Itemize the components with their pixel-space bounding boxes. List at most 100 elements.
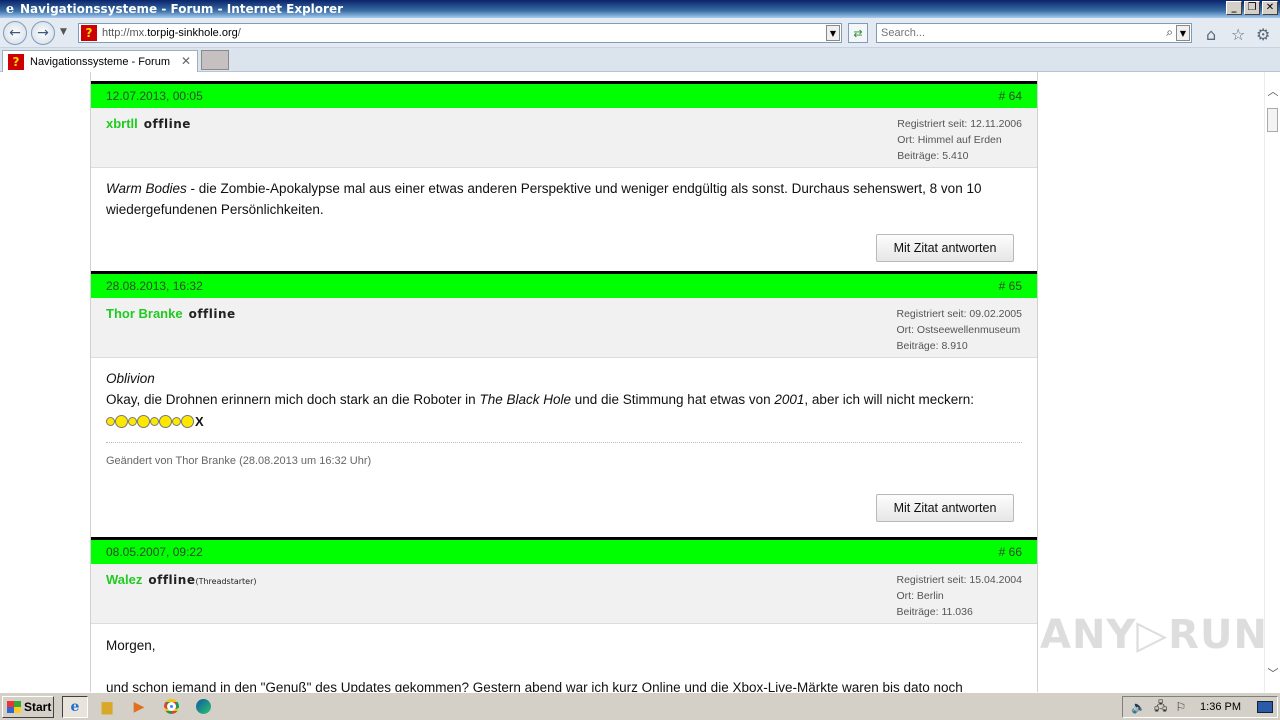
history-dropdown-icon[interactable]: ▼	[60, 27, 67, 37]
user-registered: Registriert seit: 09.02.2005	[896, 308, 1023, 320]
tab-strip: ? Navigationssysteme - Forum ✕	[0, 48, 1280, 72]
post-header: 28.08.2013, 16:32 # 65	[91, 271, 1037, 298]
arrow-right-icon: →	[37, 25, 49, 41]
forum-post: 28.08.2013, 16:32 # 65 Thor Branke offlin…	[91, 271, 1037, 537]
smiley-icon	[115, 415, 128, 428]
ie-logo-icon: e	[5, 1, 15, 17]
post-number-link[interactable]: # 66	[999, 545, 1022, 559]
window-title: Navigationssysteme - Forum - Internet Ex…	[20, 2, 344, 16]
search-icon[interactable]: ⌕	[1166, 25, 1173, 40]
post-text: - die Zombie-Apokalypse mal aus einer et…	[106, 181, 982, 217]
post-author-row: xbrtll offline	[106, 116, 191, 131]
post-date: 12.07.2013, 00:05	[106, 89, 203, 103]
chrome-taskbar-icon[interactable]	[158, 696, 184, 718]
address-bar[interactable]: ? http://mx.torpig-sinkhole.org/ ▼	[78, 23, 842, 43]
forum-post: 08.05.2007, 09:22 # 66 Walez offline(Thre…	[91, 537, 1037, 692]
taskbar: Start e ▆ ▶ 🔈 🖧 ⚐ 1:36 PM	[0, 692, 1280, 720]
post-header: 08.05.2007, 09:22 # 66	[91, 537, 1037, 564]
online-status: offline	[188, 307, 236, 321]
page-viewport: 12.07.2013, 00:05 # 64 xbrtll offline Reg…	[0, 72, 1264, 692]
search-box[interactable]: ⌕ ▼	[876, 23, 1192, 43]
ie-taskbar-icon[interactable]: e	[62, 695, 88, 718]
tab-close-icon[interactable]: ✕	[181, 54, 191, 68]
user-info: Registriert seit: 12.11.2006 Ort: Himmel…	[897, 116, 1022, 164]
favorites-star-icon[interactable]: ☆	[1231, 25, 1245, 44]
edited-note: Geändert von Thor Branke (28.08.2013 um …	[106, 442, 1022, 472]
close-button[interactable]: ✕	[1262, 1, 1278, 15]
site-favicon-icon: ?	[81, 25, 97, 41]
new-tab-button[interactable]	[201, 50, 229, 70]
tab-label: Navigationssysteme - Forum	[30, 55, 170, 68]
user-post-count: Beiträge: 8.910	[896, 340, 968, 352]
anyrun-watermark: ANY▷RUN	[1040, 612, 1264, 658]
post-number-link[interactable]: # 64	[999, 89, 1022, 103]
restore-button[interactable]: ❐	[1244, 1, 1260, 15]
vertical-scrollbar[interactable]: ︿ ﹀	[1264, 72, 1280, 692]
arrow-left-icon: ←	[9, 25, 21, 41]
clock[interactable]: 1:36 PM	[1200, 701, 1241, 713]
post-author-link[interactable]: xbrtll	[106, 116, 138, 131]
navigation-bar: ← → ▼ ? http://mx.torpig-sinkhole.org/ ▼…	[0, 18, 1280, 48]
online-status: offline(Threadstarter)	[148, 573, 257, 587]
post-user-panel: Walez offline(Threadstarter) Registriert …	[91, 564, 1037, 624]
scroll-up-icon[interactable]: ︿	[1265, 82, 1280, 100]
window-titlebar: e Navigationssysteme - Forum - Internet …	[0, 0, 1280, 18]
refresh-icon: ⇄	[853, 26, 863, 40]
user-post-count: Beiträge: 5.410	[897, 150, 969, 162]
quote-reply-button[interactable]: Mit Zitat antworten	[876, 234, 1014, 262]
address-dropdown-icon[interactable]: ▼	[826, 25, 840, 41]
post-date: 08.05.2007, 09:22	[106, 545, 203, 559]
post-user-panel: xbrtll offline Registriert seit: 12.11.20…	[91, 108, 1037, 168]
windows-flag-icon	[7, 700, 21, 713]
post-header: 12.07.2013, 00:05 # 64	[91, 81, 1037, 108]
media-player-taskbar-icon[interactable]: ▶	[126, 696, 152, 718]
user-location: Ort: Berlin	[896, 590, 944, 602]
smiley-icon	[137, 415, 150, 428]
post-movie-title: Warm Bodies	[106, 181, 187, 196]
post-date: 28.08.2013, 16:32	[106, 279, 203, 293]
post-author-row: Walez offline(Threadstarter)	[106, 572, 257, 587]
smiley-icon	[181, 415, 194, 428]
user-location: Ort: Himmel auf Erden	[897, 134, 1002, 146]
forward-button[interactable]: →	[31, 21, 55, 45]
online-status: offline	[143, 117, 191, 131]
post-body: Warm Bodies - die Zombie-Apokalypse mal …	[91, 168, 1037, 271]
flag-icon[interactable]: ⚐	[1175, 700, 1186, 714]
address-url[interactable]: http://mx.torpig-sinkhole.org/	[102, 27, 241, 39]
quote-reply-button[interactable]: Mit Zitat antworten	[876, 494, 1014, 522]
minimize-button[interactable]: _	[1226, 1, 1242, 15]
start-button[interactable]: Start	[2, 695, 54, 718]
network-icon[interactable]: 🖧	[1154, 697, 1167, 718]
smilies-end-text: X	[195, 414, 204, 429]
tab-navigationssysteme[interactable]: ? Navigationssysteme - Forum ✕	[2, 50, 198, 72]
post-author-row: Thor Branke offline	[106, 306, 236, 321]
home-icon[interactable]: ⌂	[1206, 25, 1216, 44]
quick-launch: e ▆ ▶	[62, 695, 216, 718]
edge-taskbar-icon[interactable]	[190, 696, 216, 718]
search-dropdown-icon[interactable]: ▼	[1176, 25, 1190, 41]
smiley-icon	[128, 417, 137, 426]
post-author-link[interactable]: Thor Branke	[106, 306, 183, 321]
refresh-button[interactable]: ⇄	[848, 23, 868, 43]
post-movie-title: Oblivion	[106, 371, 155, 386]
folder-taskbar-icon[interactable]: ▆	[94, 696, 120, 718]
tab-favicon-icon: ?	[8, 53, 24, 70]
user-post-count: Beiträge: 11.036	[896, 606, 973, 618]
post-text: Okay, die Drohnen erinnern mich doch sta…	[106, 392, 974, 407]
user-info: Registriert seit: 09.02.2005 Ort: Ostsee…	[897, 306, 1023, 354]
post-number-link[interactable]: # 65	[999, 279, 1022, 293]
smiley-icon	[150, 417, 159, 426]
forum-post: 12.07.2013, 00:05 # 64 xbrtll offline Reg…	[91, 81, 1037, 271]
gear-icon[interactable]: ⚙	[1256, 25, 1270, 44]
scroll-down-icon[interactable]: ﹀	[1265, 664, 1280, 682]
back-button[interactable]: ←	[3, 21, 27, 45]
post-body: Morgen, und schon jemand in den "Genuß" …	[91, 624, 1037, 692]
search-input[interactable]	[881, 27, 1151, 39]
volume-icon[interactable]: 🔈	[1131, 700, 1146, 714]
show-desktop-icon[interactable]	[1257, 701, 1273, 713]
post-author-link[interactable]: Walez	[106, 572, 142, 587]
post-text: und schon jemand in den "Genuß" des Upda…	[106, 680, 963, 692]
scroll-thumb[interactable]	[1267, 108, 1278, 132]
smilies-row: X	[106, 411, 1022, 432]
smiley-icon	[159, 415, 172, 428]
